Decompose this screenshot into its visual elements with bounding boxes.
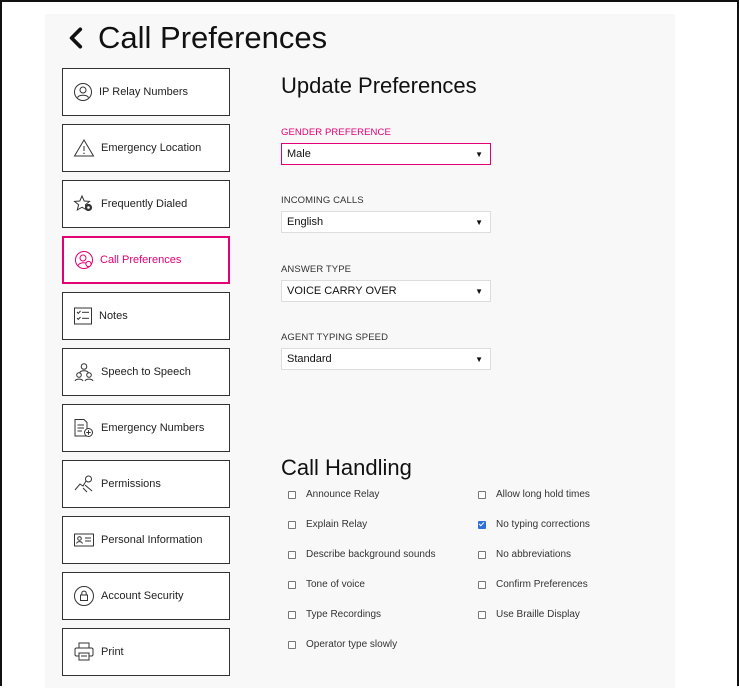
checkbox-label: Describe background sounds <box>306 549 436 560</box>
field-label: ANSWER TYPE <box>281 264 352 275</box>
incoming-calls-field: INCOMING CALLS English ▼ <box>281 195 491 233</box>
sidebar-item-label: Frequently Dialed <box>101 198 188 210</box>
sidebar-item-speech-to-speech[interactable]: Speech to Speech <box>62 348 230 396</box>
checkbox-operator-type-slowly[interactable]: Operator type slowly <box>288 639 397 650</box>
checkbox-no-abbreviations[interactable]: No abbreviations <box>478 549 571 560</box>
id-card-icon <box>74 533 94 547</box>
people-icon <box>74 363 94 382</box>
agent-typing-speed-field: AGENT TYPING SPEED Standard ▼ <box>281 332 491 370</box>
checkbox-label: Announce Relay <box>306 489 380 500</box>
sidebar-item-label: Speech to Speech <box>101 366 191 378</box>
person-circle-icon <box>74 83 92 101</box>
caret-down-icon: ▼ <box>475 286 483 296</box>
hand-key-icon <box>74 475 93 493</box>
sidebar-item-permissions[interactable]: Permissions <box>62 460 230 508</box>
agent-typing-speed-select[interactable]: Standard ▼ <box>281 348 491 370</box>
checkbox[interactable] <box>288 640 296 649</box>
sidebar-item-label: Emergency Numbers <box>101 422 205 434</box>
checkbox-label: Explain Relay <box>306 519 368 530</box>
field-label: GENDER PREFERENCE <box>281 127 391 138</box>
checkbox-explain-relay[interactable]: Explain Relay <box>288 519 367 530</box>
sidebar: IP Relay Numbers Emergency Location Freq… <box>62 68 232 684</box>
checkbox-announce-relay[interactable]: Announce Relay <box>288 489 379 500</box>
checkbox-no-typing-corrections[interactable]: No typing corrections <box>478 519 590 530</box>
call-handling-heading: Call Handling <box>281 455 412 480</box>
sidebar-item-label: Notes <box>99 310 128 322</box>
checkbox-describe-background-sounds[interactable]: Describe background sounds <box>288 549 436 560</box>
gender-preference-field: GENDER PREFERENCE Male ▼ <box>281 127 491 165</box>
field-label: INCOMING CALLS <box>281 195 364 206</box>
checkbox-confirm-preferences[interactable]: Confirm Preferences <box>478 579 588 590</box>
select-value: Standard <box>287 353 332 365</box>
checkbox[interactable] <box>288 520 296 529</box>
gender-preference-select[interactable]: Male ▼ <box>281 143 491 165</box>
sidebar-item-label: Emergency Location <box>101 142 202 154</box>
incoming-calls-select[interactable]: English ▼ <box>281 211 491 233</box>
sidebar-item-label: IP Relay Numbers <box>99 86 189 98</box>
checkbox[interactable] <box>478 550 486 559</box>
checkbox-label: Type Recordings <box>306 609 382 620</box>
checkbox[interactable] <box>478 610 486 619</box>
caret-down-icon: ▼ <box>475 149 483 159</box>
warning-triangle-icon <box>73 139 95 157</box>
select-value: Male <box>287 148 311 160</box>
sidebar-item-personal-information[interactable]: Personal Information <box>62 516 230 564</box>
checkbox-label: Tone of voice <box>306 579 365 590</box>
sidebar-item-emergency-location[interactable]: Emergency Location <box>62 124 230 172</box>
checkbox[interactable] <box>288 550 296 559</box>
checkbox[interactable] <box>478 490 486 499</box>
checkbox-label: Use Braille Display <box>496 609 580 620</box>
checkbox-tone-of-voice[interactable]: Tone of voice <box>288 579 365 590</box>
checkbox-label: Confirm Preferences <box>496 579 588 590</box>
printer-icon <box>74 642 94 661</box>
answer-type-field: ANSWER TYPE VOICE CARRY OVER ▼ <box>281 264 491 302</box>
chevron-left-icon[interactable] <box>64 25 90 51</box>
sidebar-item-frequently-dialed[interactable]: Frequently Dialed <box>62 180 230 228</box>
sidebar-item-ip-relay-numbers[interactable]: IP Relay Numbers <box>62 68 230 116</box>
person-gear-icon <box>75 251 93 269</box>
checkbox-checked[interactable] <box>478 520 486 529</box>
select-value: English <box>287 216 324 228</box>
checkbox[interactable] <box>288 580 296 589</box>
sidebar-item-label: Personal Information <box>101 534 203 546</box>
page-title: Call Preferences <box>64 20 327 56</box>
sidebar-item-emergency-numbers[interactable]: Emergency Numbers <box>62 404 230 452</box>
checkbox-label: No typing corrections <box>496 519 590 530</box>
update-preferences-heading: Update Preferences <box>281 73 477 98</box>
star-gear-icon <box>73 194 93 212</box>
sidebar-item-notes[interactable]: Notes <box>62 292 230 340</box>
checkbox-label: Allow long hold times <box>496 489 590 500</box>
sidebar-item-call-preferences[interactable]: Call Preferences <box>62 236 230 284</box>
document-plus-icon <box>74 419 93 437</box>
select-value: VOICE CARRY OVER <box>287 285 397 297</box>
sidebar-item-print[interactable]: Print <box>62 628 230 676</box>
caret-down-icon: ▼ <box>475 217 483 227</box>
page-title-text: Call Preferences <box>98 20 328 55</box>
checkbox-label: Operator type slowly <box>306 639 398 650</box>
checkbox-use-braille-display[interactable]: Use Braille Display <box>478 609 580 620</box>
field-label: AGENT TYPING SPEED <box>281 332 389 343</box>
sidebar-item-label: Call Preferences <box>100 254 182 266</box>
lock-circle-icon <box>74 586 94 606</box>
caret-down-icon: ▼ <box>475 354 483 364</box>
checkbox[interactable] <box>288 490 296 499</box>
checkbox-type-recordings[interactable]: Type Recordings <box>288 609 381 620</box>
sidebar-item-label: Permissions <box>101 478 161 490</box>
checklist-icon <box>74 307 92 325</box>
sidebar-item-label: Account Security <box>101 590 184 602</box>
checkbox-label: No abbreviations <box>496 549 572 560</box>
checkbox-allow-long-hold-times[interactable]: Allow long hold times <box>478 489 590 500</box>
answer-type-select[interactable]: VOICE CARRY OVER ▼ <box>281 280 491 302</box>
checkbox[interactable] <box>288 610 296 619</box>
checkbox[interactable] <box>478 580 486 589</box>
sidebar-item-label: Print <box>101 646 124 658</box>
sidebar-item-account-security[interactable]: Account Security <box>62 572 230 620</box>
